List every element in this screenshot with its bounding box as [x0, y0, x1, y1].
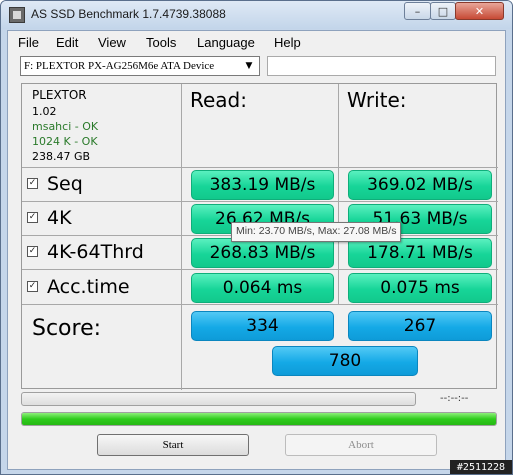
grid-divider — [22, 269, 498, 270]
total-score: 780 — [272, 346, 418, 376]
test-label-4k: 4K — [47, 207, 72, 229]
current-progress-bar — [21, 392, 416, 406]
client-area: File Edit View Tools Language Help F: PL… — [7, 30, 506, 470]
4k-64thrd-read-result: 268.83 MB/s — [191, 238, 334, 268]
acc-time-checkbox[interactable]: ✓ — [27, 281, 38, 292]
grid-divider — [22, 167, 498, 168]
title-bar[interactable]: AS SSD Benchmark 1.7.4739.38088 – □ ✕ — [1, 1, 512, 29]
chevron-down-icon[interactable]: ▼ — [242, 59, 256, 73]
benchmark-grid: PLEXTOR 1.02 msahci - OK 1024 K - OK 238… — [21, 83, 498, 390]
4k-64thrd-write-result: 178.71 MB/s — [348, 238, 492, 268]
grid-divider — [22, 201, 498, 202]
close-button[interactable]: ✕ — [455, 2, 504, 20]
test-label-seq: Seq — [47, 173, 83, 195]
overall-progress-fill — [22, 413, 496, 425]
4k-checkbox[interactable]: ✓ — [27, 212, 38, 223]
grid-divider — [181, 84, 182, 390]
score-label: Score: — [32, 316, 102, 341]
menu-language[interactable]: Language — [197, 35, 255, 50]
firmware-version: 1.02 — [32, 105, 57, 118]
seq-read-result: 383.19 MB/s — [191, 170, 334, 200]
maximize-button[interactable]: □ — [430, 2, 456, 20]
capacity: 238.47 GB — [32, 150, 91, 163]
abort-button[interactable]: Abort — [285, 434, 437, 456]
app-window: AS SSD Benchmark 1.7.4739.38088 – □ ✕ Fi… — [0, 0, 513, 475]
app-icon — [9, 7, 25, 23]
watermark: #2511228 — [450, 460, 512, 474]
grid-divider — [22, 304, 498, 305]
write-header: Write: — [347, 88, 407, 112]
drive-select-value: F: PLEXTOR PX-AG256M6e ATA Device — [24, 60, 215, 72]
menu-file[interactable]: File — [18, 35, 39, 50]
acc-time-read-result: 0.064 ms — [191, 273, 334, 303]
test-label-acc-time: Acc.time — [47, 276, 130, 298]
drive-text-field[interactable] — [267, 56, 496, 76]
seq-checkbox[interactable]: ✓ — [27, 178, 38, 189]
menu-tools[interactable]: Tools — [146, 35, 176, 50]
menu-help[interactable]: Help — [274, 35, 301, 50]
seq-write-result: 369.02 MB/s — [348, 170, 492, 200]
driver-status: msahci - OK — [32, 120, 99, 133]
drive-select[interactable]: F: PLEXTOR PX-AG256M6e ATA Device ▼ — [20, 56, 260, 76]
alignment-status: 1024 K - OK — [32, 135, 98, 148]
tooltip: Min: 23.70 MB/s, Max: 27.08 MB/s — [231, 222, 402, 242]
overall-progress-bar — [21, 412, 497, 426]
window-title: AS SSD Benchmark 1.7.4739.38088 — [31, 7, 226, 21]
read-header: Read: — [190, 88, 247, 112]
read-score: 334 — [191, 311, 334, 341]
menu-view[interactable]: View — [98, 35, 126, 50]
test-label-4k-64thrd: 4K-64Thrd — [47, 241, 144, 263]
acc-time-write-result: 0.075 ms — [348, 273, 492, 303]
menu-edit[interactable]: Edit — [56, 35, 78, 50]
minimize-button[interactable]: – — [404, 2, 431, 20]
write-score: 267 — [348, 311, 492, 341]
start-button[interactable]: Start — [97, 434, 249, 456]
elapsed-time: --:--:-- — [440, 393, 469, 404]
grid-divider — [338, 84, 339, 304]
menu-bar: File Edit View Tools Language Help — [8, 31, 505, 53]
device-name: PLEXTOR — [32, 88, 87, 102]
4k-64thrd-checkbox[interactable]: ✓ — [27, 246, 38, 257]
